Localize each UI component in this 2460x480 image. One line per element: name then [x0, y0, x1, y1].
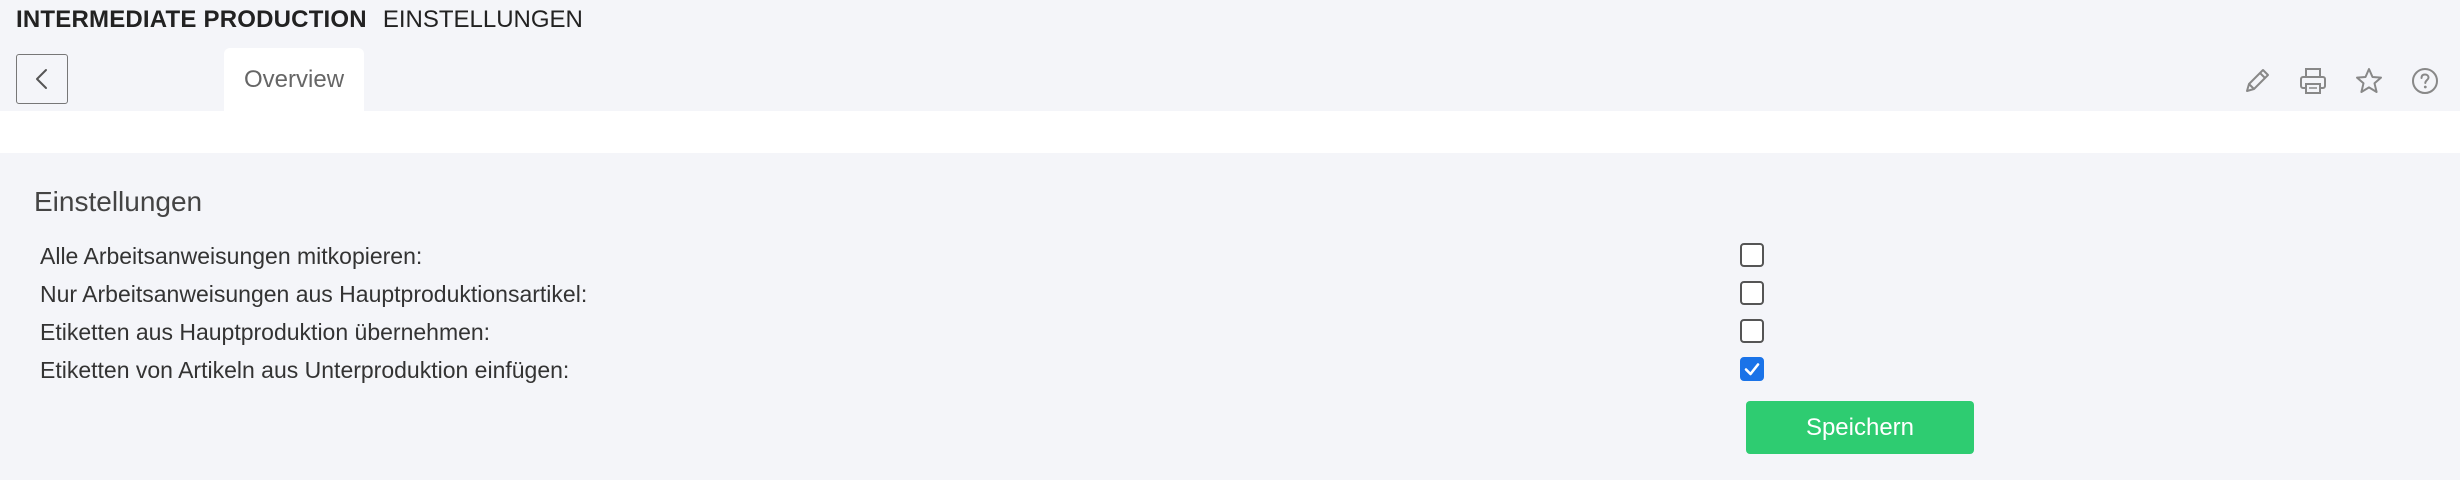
setting-row-adopt-labels: Etiketten aus Hauptproduktion übernehmen… [40, 314, 1764, 350]
toolbar [2240, 62, 2442, 100]
setting-row-main-article-instructions: Nur Arbeitsanweisungen aus Hauptprodukti… [40, 276, 1764, 312]
printer-icon[interactable] [2296, 64, 2330, 98]
back-button[interactable] [16, 54, 68, 104]
main-article-instructions-checkbox[interactable] [1740, 281, 1764, 305]
save-button[interactable]: Speichern [1746, 401, 1974, 454]
adopt-labels-checkbox[interactable] [1740, 319, 1764, 343]
content-separator [0, 111, 2460, 153]
chevron-left-icon [36, 69, 47, 89]
app-title: INTERMEDIATE PRODUCTION [16, 6, 367, 33]
setting-row-insert-sub-labels: Etiketten von Artikeln aus Unterprodukti… [40, 352, 1764, 388]
tab-overview-label: Overview [244, 65, 345, 93]
copy-all-instructions-checkbox[interactable] [1740, 243, 1764, 267]
setting-row-copy-all-instructions: Alle Arbeitsanweisungen mitkopieren: [40, 238, 1764, 274]
star-icon[interactable] [2352, 64, 2386, 98]
setting-label: Etiketten aus Hauptproduktion übernehmen… [40, 318, 491, 345]
page-title-bar: INTERMEDIATE PRODUCTION EINSTELLUNGEN [16, 0, 583, 40]
checkmark-icon [1744, 363, 1760, 376]
pencil-icon[interactable] [2240, 64, 2274, 98]
insert-sub-labels-checkbox[interactable] [1740, 357, 1764, 381]
setting-label: Etiketten von Artikeln aus Unterprodukti… [40, 356, 570, 383]
help-icon[interactable] [2408, 64, 2442, 98]
settings-heading: Einstellungen [34, 186, 203, 217]
page-subtitle: EINSTELLUNGEN [382, 6, 583, 33]
tab-overview[interactable]: Overview [224, 48, 365, 111]
setting-label: Alle Arbeitsanweisungen mitkopieren: [40, 242, 423, 269]
setting-label: Nur Arbeitsanweisungen aus Hauptprodukti… [40, 280, 588, 307]
